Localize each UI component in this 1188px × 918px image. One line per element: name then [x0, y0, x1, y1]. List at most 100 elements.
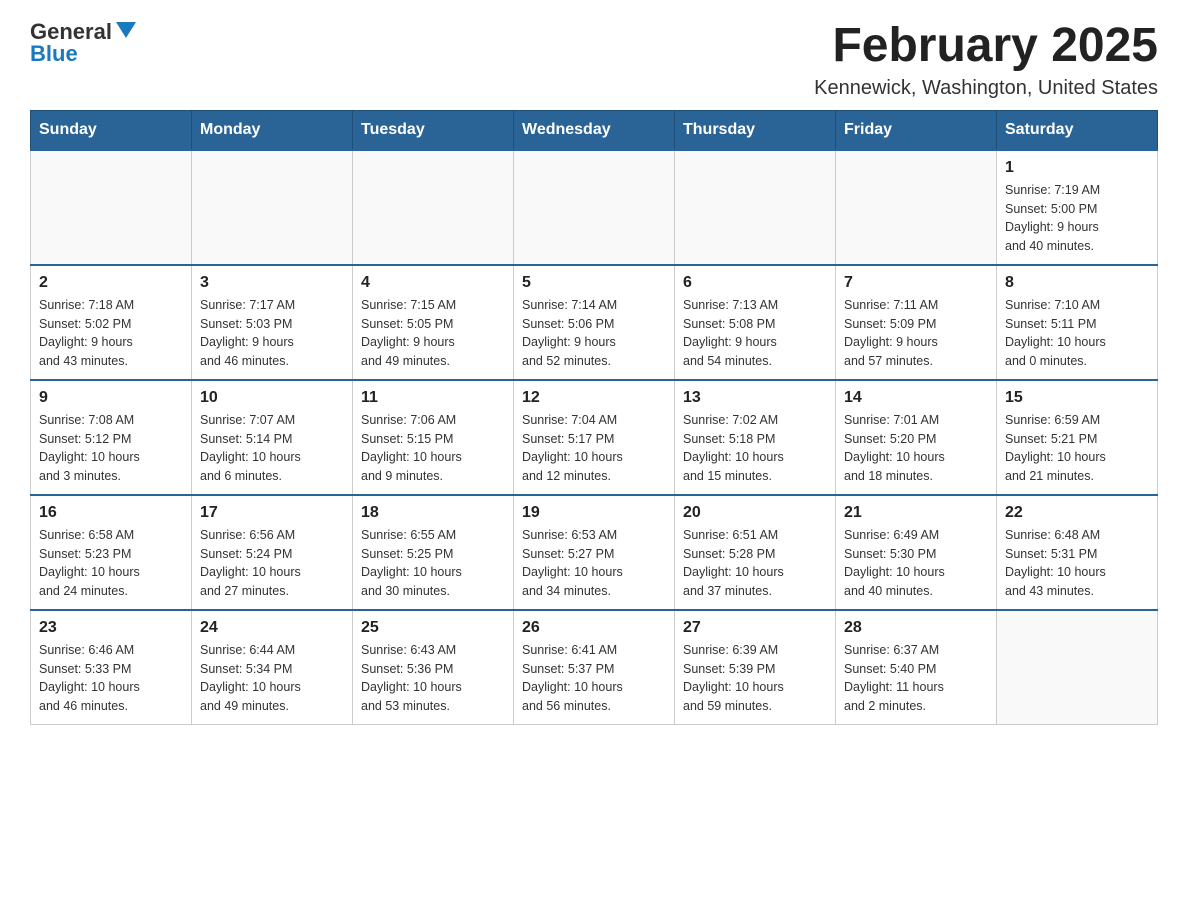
logo-blue-text: Blue [30, 43, 78, 65]
day-number: 9 [39, 389, 183, 407]
day-number: 17 [200, 504, 344, 522]
calendar-day-cell [192, 150, 353, 265]
day-number: 15 [1005, 389, 1149, 407]
calendar-day-cell [514, 150, 675, 265]
calendar-day-cell: 8 Sunrise: 7:10 AMSunset: 5:11 PMDaylight… [997, 265, 1158, 380]
calendar-day-cell: 11 Sunrise: 7:06 AMSunset: 5:15 PMDayligh… [353, 380, 514, 495]
title-block: February 2025 Kennewick, Washington, Uni… [814, 20, 1158, 100]
calendar-header-sunday: Sunday [31, 110, 192, 150]
day-info: Sunrise: 6:55 AMSunset: 5:25 PMDaylight:… [361, 526, 505, 601]
calendar-day-cell: 18 Sunrise: 6:55 AMSunset: 5:25 PMDayligh… [353, 495, 514, 610]
day-number: 18 [361, 504, 505, 522]
day-number: 22 [1005, 504, 1149, 522]
calendar-week-row: 23Sunrise: 6:46 AMSunset: 5:33 PMDayligh… [31, 610, 1158, 725]
day-number: 7 [844, 274, 988, 292]
calendar-day-cell [997, 610, 1158, 725]
day-info: Sunrise: 7:14 AMSunset: 5:06 PMDaylight:… [522, 296, 666, 371]
calendar-day-cell: 10 Sunrise: 7:07 AMSunset: 5:14 PMDayligh… [192, 380, 353, 495]
day-number: 2 [39, 274, 183, 292]
calendar-day-cell: 17 Sunrise: 6:56 AMSunset: 5:24 PMDayligh… [192, 495, 353, 610]
day-info: Sunrise: 7:10 AMSunset: 5:11 PMDaylight:… [1005, 296, 1149, 371]
calendar-day-cell: 22 Sunrise: 6:48 AMSunset: 5:31 PMDayligh… [997, 495, 1158, 610]
day-number: 25 [361, 619, 505, 637]
calendar-day-cell: 2 Sunrise: 7:18 AMSunset: 5:02 PMDaylight… [31, 265, 192, 380]
calendar-day-cell [675, 150, 836, 265]
day-number: 6 [683, 274, 827, 292]
day-number: 10 [200, 389, 344, 407]
calendar-day-cell: 26 Sunrise: 6:41 AMSunset: 5:37 PMDayligh… [514, 610, 675, 725]
calendar-week-row: 16 Sunrise: 6:58 AMSunset: 5:23 PMDayligh… [31, 495, 1158, 610]
calendar-header-thursday: Thursday [675, 110, 836, 150]
day-number: 13 [683, 389, 827, 407]
day-info: Sunrise: 7:13 AMSunset: 5:08 PMDaylight:… [683, 296, 827, 371]
day-info: Sunrise: 6:43 AMSunset: 5:36 PMDaylight:… [361, 641, 505, 716]
logo: General Blue [30, 20, 136, 65]
day-number: 24 [200, 619, 344, 637]
calendar-day-cell: 23Sunrise: 6:46 AMSunset: 5:33 PMDayligh… [31, 610, 192, 725]
calendar-day-cell: 20 Sunrise: 6:51 AMSunset: 5:28 PMDayligh… [675, 495, 836, 610]
day-info: Sunrise: 7:02 AMSunset: 5:18 PMDaylight:… [683, 411, 827, 486]
day-number: 8 [1005, 274, 1149, 292]
calendar-day-cell: 15 Sunrise: 6:59 AMSunset: 5:21 PMDayligh… [997, 380, 1158, 495]
calendar-day-cell [353, 150, 514, 265]
day-info: Sunrise: 6:58 AMSunset: 5:23 PMDaylight:… [39, 526, 183, 601]
calendar-day-cell: 25 Sunrise: 6:43 AMSunset: 5:36 PMDayligh… [353, 610, 514, 725]
day-info: Sunrise: 7:01 AMSunset: 5:20 PMDaylight:… [844, 411, 988, 486]
day-info: Sunrise: 7:08 AMSunset: 5:12 PMDaylight:… [39, 411, 183, 486]
day-info: Sunrise: 7:19 AMSunset: 5:00 PMDaylight:… [1005, 181, 1149, 256]
calendar-day-cell: 3Sunrise: 7:17 AMSunset: 5:03 PMDaylight… [192, 265, 353, 380]
day-info: Sunrise: 7:11 AMSunset: 5:09 PMDaylight:… [844, 296, 988, 371]
calendar-header-saturday: Saturday [997, 110, 1158, 150]
calendar-day-cell [836, 150, 997, 265]
calendar-day-cell: 28 Sunrise: 6:37 AMSunset: 5:40 PMDayligh… [836, 610, 997, 725]
day-info: Sunrise: 6:48 AMSunset: 5:31 PMDaylight:… [1005, 526, 1149, 601]
day-number: 19 [522, 504, 666, 522]
day-info: Sunrise: 6:56 AMSunset: 5:24 PMDaylight:… [200, 526, 344, 601]
day-number: 4 [361, 274, 505, 292]
calendar-day-cell: 9 Sunrise: 7:08 AMSunset: 5:12 PMDaylight… [31, 380, 192, 495]
logo-general-text: General [30, 21, 112, 43]
day-number: 12 [522, 389, 666, 407]
calendar-day-cell: 12 Sunrise: 7:04 AMSunset: 5:17 PMDayligh… [514, 380, 675, 495]
day-number: 11 [361, 389, 505, 407]
calendar-day-cell: 4 Sunrise: 7:15 AMSunset: 5:05 PMDaylight… [353, 265, 514, 380]
day-info: Sunrise: 7:17 AMSunset: 5:03 PMDaylight:… [200, 296, 344, 371]
day-number: 20 [683, 504, 827, 522]
calendar-week-row: 9 Sunrise: 7:08 AMSunset: 5:12 PMDaylight… [31, 380, 1158, 495]
calendar-day-cell: 21Sunrise: 6:49 AMSunset: 5:30 PMDayligh… [836, 495, 997, 610]
day-number: 26 [522, 619, 666, 637]
day-info: Sunrise: 6:41 AMSunset: 5:37 PMDaylight:… [522, 641, 666, 716]
day-number: 16 [39, 504, 183, 522]
calendar-header-tuesday: Tuesday [353, 110, 514, 150]
day-info: Sunrise: 7:04 AMSunset: 5:17 PMDaylight:… [522, 411, 666, 486]
day-info: Sunrise: 7:06 AMSunset: 5:15 PMDaylight:… [361, 411, 505, 486]
calendar-day-cell: 7 Sunrise: 7:11 AMSunset: 5:09 PMDaylight… [836, 265, 997, 380]
logo-triangle-icon [116, 22, 136, 38]
calendar-table: SundayMondayTuesdayWednesdayThursdayFrid… [30, 110, 1158, 725]
day-number: 1 [1005, 159, 1149, 177]
day-number: 28 [844, 619, 988, 637]
calendar-day-cell: 27Sunrise: 6:39 AMSunset: 5:39 PMDayligh… [675, 610, 836, 725]
day-info: Sunrise: 7:18 AMSunset: 5:02 PMDaylight:… [39, 296, 183, 371]
calendar-day-cell: 19 Sunrise: 6:53 AMSunset: 5:27 PMDayligh… [514, 495, 675, 610]
calendar-day-cell: 16 Sunrise: 6:58 AMSunset: 5:23 PMDayligh… [31, 495, 192, 610]
calendar-week-row: 1 Sunrise: 7:19 AMSunset: 5:00 PMDaylight… [31, 150, 1158, 265]
day-info: Sunrise: 6:37 AMSunset: 5:40 PMDaylight:… [844, 641, 988, 716]
day-info: Sunrise: 7:07 AMSunset: 5:14 PMDaylight:… [200, 411, 344, 486]
calendar-day-cell: 24Sunrise: 6:44 AMSunset: 5:34 PMDayligh… [192, 610, 353, 725]
page-header: General Blue February 2025 Kennewick, Wa… [30, 20, 1158, 100]
day-number: 21 [844, 504, 988, 522]
day-info: Sunrise: 6:46 AMSunset: 5:33 PMDaylight:… [39, 641, 183, 716]
calendar-header-friday: Friday [836, 110, 997, 150]
calendar-day-cell: 5Sunrise: 7:14 AMSunset: 5:06 PMDaylight… [514, 265, 675, 380]
calendar-header-monday: Monday [192, 110, 353, 150]
day-info: Sunrise: 7:15 AMSunset: 5:05 PMDaylight:… [361, 296, 505, 371]
day-info: Sunrise: 6:39 AMSunset: 5:39 PMDaylight:… [683, 641, 827, 716]
page-title: February 2025 [814, 20, 1158, 73]
day-info: Sunrise: 6:51 AMSunset: 5:28 PMDaylight:… [683, 526, 827, 601]
page-subtitle: Kennewick, Washington, United States [814, 77, 1158, 100]
calendar-day-cell: 1 Sunrise: 7:19 AMSunset: 5:00 PMDaylight… [997, 150, 1158, 265]
calendar-day-cell: 6 Sunrise: 7:13 AMSunset: 5:08 PMDaylight… [675, 265, 836, 380]
day-info: Sunrise: 6:59 AMSunset: 5:21 PMDaylight:… [1005, 411, 1149, 486]
day-info: Sunrise: 6:53 AMSunset: 5:27 PMDaylight:… [522, 526, 666, 601]
